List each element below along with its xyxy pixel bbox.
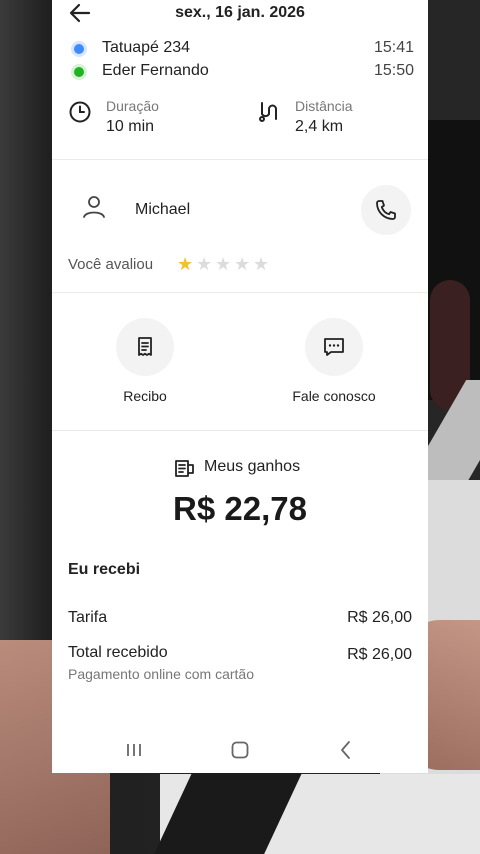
pickup-dot-icon (74, 44, 84, 54)
back-icon[interactable] (332, 738, 360, 762)
wallet-icon (175, 460, 194, 477)
pickup-time: 15:41 (373, 39, 414, 56)
contact-button[interactable]: Fale conosco (264, 318, 404, 413)
divider (52, 430, 428, 431)
chat-icon (324, 338, 344, 356)
clock-icon (69, 101, 91, 123)
rated-label: Você avaliou (68, 256, 154, 273)
earnings-title-text: Meus ganhos (204, 458, 301, 475)
trip-date: sex., 16 jan. 2026 (175, 4, 305, 21)
route-icon (259, 102, 277, 122)
divider (52, 159, 428, 160)
dropoff-name: Eder Fernando (102, 62, 209, 79)
receipt-label: Recibo (123, 388, 167, 404)
pickup-name: Tatuapé 234 (102, 39, 191, 56)
total-received-value: R$ 26,00 (347, 646, 412, 663)
fare-label: Tarifa (68, 609, 108, 626)
contact-label: Fale conosco (292, 388, 376, 404)
total-received-label: Total recebido (68, 644, 168, 661)
call-button[interactable] (361, 185, 411, 235)
star-icon: ★ (234, 254, 251, 274)
recent-apps-icon[interactable] (120, 738, 148, 762)
header: sex., 16 jan. 2026 (52, 0, 428, 28)
dropoff-stop: Eder Fernando 15:50 (74, 61, 414, 83)
divider (52, 292, 428, 293)
fare-value: R$ 26,00 (347, 609, 412, 626)
star-icon: ★ (215, 254, 232, 274)
star-icon: ★ (253, 254, 270, 274)
user-icon (83, 196, 105, 218)
dropoff-dot-icon (74, 67, 84, 77)
rating-stars: ★ ★ ★ ★ ★ (177, 255, 272, 273)
receipt-button[interactable]: Recibo (75, 318, 215, 413)
receipt-icon (138, 337, 152, 356)
passenger-name: Michael (135, 201, 191, 218)
home-icon[interactable] (226, 738, 254, 762)
distance-value: 2,4 km (295, 118, 344, 135)
pickup-stop: Tatuapé 234 15:41 (74, 38, 414, 60)
star-icon: ★ (177, 254, 194, 274)
payment-note: Pagamento online com cartão (68, 666, 254, 682)
duration-label: Duração (106, 98, 159, 114)
duration-value: 10 min (106, 118, 155, 135)
received-header: Eu recebi (68, 561, 141, 578)
system-nav-bar (52, 728, 428, 772)
trip-details-panel: sex., 16 jan. 2026 Tatuapé 234 15:41 Ede… (52, 0, 428, 773)
distance-label: Distância (295, 98, 353, 114)
star-icon: ★ (196, 254, 213, 274)
avatar (72, 186, 116, 230)
duration-metric: Duração 10 min (68, 96, 218, 140)
distance-metric: Distância 2,4 km (257, 96, 407, 140)
phone-icon (376, 200, 396, 220)
dropoff-time: 15:50 (373, 62, 414, 79)
earnings-amount: R$ 22,78 (173, 490, 307, 527)
